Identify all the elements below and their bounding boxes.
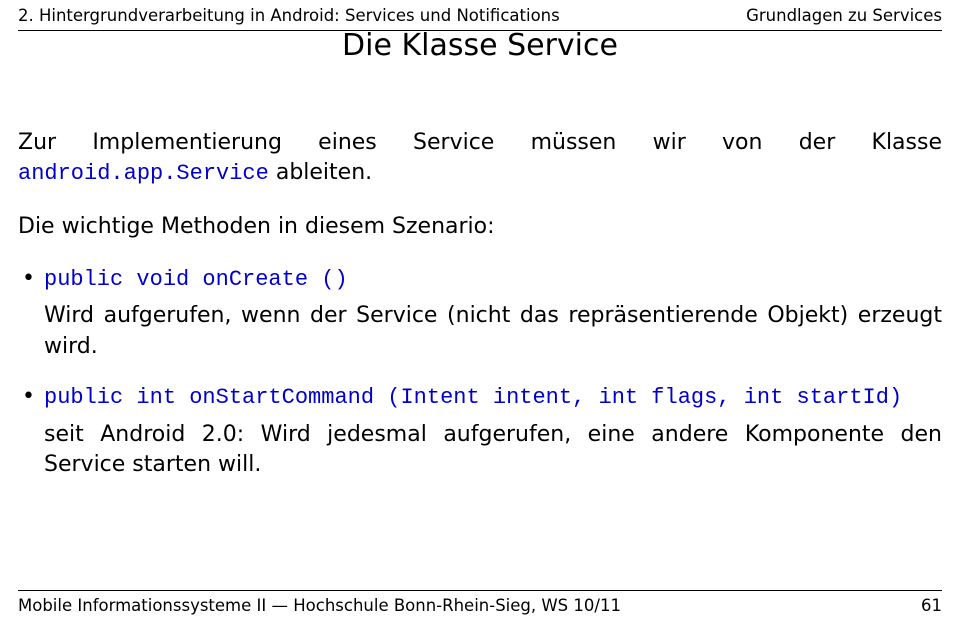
intro-paragraph: Zur Implementierung eines Service müssen… (18, 128, 942, 190)
page-number: 61 (921, 596, 942, 615)
list-item: public int onStartCommand (Intent intent… (18, 382, 942, 480)
method-signature: public void onCreate () (44, 267, 348, 292)
slide-footer: Mobile Informationssysteme II — Hochschu… (18, 596, 942, 615)
slide-header: 2. Hintergrundverarbeitung in Android: S… (18, 6, 942, 25)
list-item: public void onCreate () Wird aufgerufen,… (18, 264, 942, 362)
method-description: seit Android 2.0: Wird jedesmal aufgeruf… (44, 420, 942, 481)
footer-left: Mobile Informationssysteme II — Hochschu… (18, 596, 621, 615)
method-signature: public int onStartCommand (Intent intent… (44, 385, 902, 410)
slide: 2. Hintergrundverarbeitung in Android: S… (0, 0, 960, 625)
header-chapter: 2. Hintergrundverarbeitung in Android: S… (18, 6, 560, 25)
bullet-list: public void onCreate () Wird aufgerufen,… (18, 264, 942, 480)
slide-title: Die Klasse Service (0, 28, 960, 63)
intro-text-pre: Zur Implementierung eines Service müssen… (18, 130, 942, 155)
slide-body: Zur Implementierung eines Service müssen… (18, 128, 942, 500)
intro-text-post: ableiten. (269, 160, 372, 185)
method-description: Wird aufgerufen, wenn der Service (nicht… (44, 301, 942, 362)
scenario-line: Die wichtige Methoden in diesem Szenario… (18, 212, 942, 242)
intro-code: android.app.Service (18, 161, 269, 186)
header-section: Grundlagen zu Services (746, 6, 942, 25)
footer-rule (18, 590, 942, 591)
